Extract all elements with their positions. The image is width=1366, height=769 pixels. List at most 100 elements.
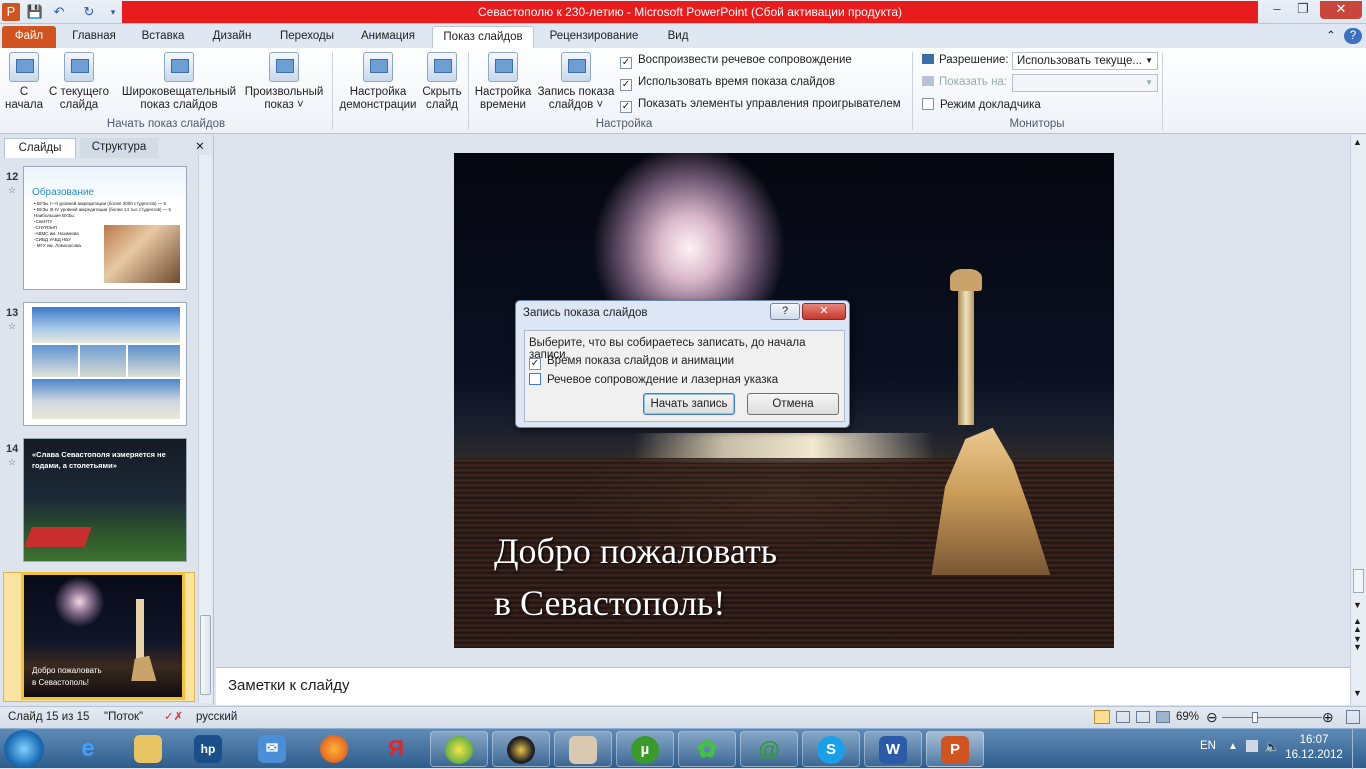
undo-icon[interactable]: ↶	[50, 3, 68, 21]
scroll-down-icon[interactable]: ▼	[1353, 688, 1362, 698]
network-icon[interactable]	[1246, 740, 1258, 752]
zoom-level[interactable]: 69%	[1176, 707, 1199, 728]
tab-outline[interactable]: Структура	[80, 138, 158, 158]
tab-insert[interactable]: Вставка	[132, 26, 194, 48]
tab-file[interactable]: Файл	[2, 26, 56, 48]
taskbar-mail-agent[interactable]: @	[740, 731, 798, 767]
show-desktop-button[interactable]	[1352, 729, 1366, 769]
normal-view-icon[interactable]	[1094, 710, 1110, 724]
taskbar-skype[interactable]: S	[802, 731, 860, 767]
from-current-button[interactable]: С текущего слайда	[48, 52, 110, 112]
minimize-ribbon-icon[interactable]: ⌃	[1322, 26, 1340, 48]
slide-thumbnail-12[interactable]: Образование • ВУЗы I—II уровней аккредит…	[23, 166, 187, 290]
record-slideshow-dialog: Запись показа слайдов ? ✕ Выберите, что …	[515, 300, 850, 428]
play-narrations-checkbox[interactable]: ✓ Воспроизвести речевое сопровождение	[620, 54, 852, 69]
tab-slides[interactable]: Слайды	[4, 138, 76, 158]
scrollbar-thumb[interactable]	[1353, 569, 1364, 593]
hide-label-2: слайд	[426, 99, 458, 111]
qat-customize-icon[interactable]: ▾	[104, 3, 122, 21]
timings-checkbox[interactable]: ✓ Время показа слайдов и анимации	[529, 355, 734, 370]
fit-to-window-icon[interactable]	[1346, 710, 1360, 724]
tab-animation[interactable]: Анимация	[350, 26, 426, 48]
dialog-help-button[interactable]: ?	[770, 303, 800, 320]
from-start-button[interactable]: С начала	[2, 52, 46, 112]
save-icon[interactable]: 💾	[26, 3, 44, 21]
taskbar-media[interactable]	[492, 731, 550, 767]
language-indicator[interactable]: русский	[196, 707, 237, 728]
setup-show-button[interactable]: Настройка демонстрации	[336, 52, 420, 112]
taskbar-folder[interactable]	[554, 731, 612, 767]
group-setup-label: Настройка	[595, 118, 653, 130]
broadcast-button[interactable]: Широковещательный показ слайдов	[118, 52, 240, 112]
thumb-caption: Добро пожаловать в Севастополь!	[32, 665, 102, 689]
previous-slide-icon[interactable]: ▲ ▲	[1353, 617, 1362, 634]
zoom-in-icon[interactable]: ⊕	[1322, 707, 1334, 728]
setup-label-2: демонстрации	[339, 99, 417, 111]
tab-transitions[interactable]: Переходы	[270, 26, 344, 48]
thumb-caption-line-1: Добро пожаловать	[32, 666, 102, 675]
scroll-down-icon[interactable]: ▼	[1353, 600, 1362, 610]
scrollbar-thumb[interactable]	[200, 615, 211, 695]
tab-view[interactable]: Вид	[656, 26, 700, 48]
resolution-dropdown[interactable]: Использовать текуще... ▼	[1012, 52, 1158, 70]
close-button[interactable]: ✕	[1320, 1, 1362, 19]
tab-home[interactable]: Главная	[62, 26, 126, 48]
dialog-close-button[interactable]: ✕	[802, 303, 846, 320]
taskbar-mail[interactable]: ✉	[244, 731, 302, 767]
presenter-view-checkbox[interactable]: Режим докладчика	[922, 98, 1041, 111]
taskbar-icq[interactable]: ✿	[678, 731, 736, 767]
narration-checkbox[interactable]: Речевое сопровождение и лазерная указка	[529, 373, 778, 386]
tab-design[interactable]: Дизайн	[200, 26, 264, 48]
taskbar-firefox[interactable]	[306, 731, 364, 767]
notes-pane[interactable]: Заметки к слайду	[216, 667, 1350, 705]
slide-number: 14	[6, 443, 19, 455]
redo-icon[interactable]: ↻	[80, 3, 98, 21]
zoom-slider-thumb[interactable]	[1251, 712, 1258, 723]
editor-scrollbar[interactable]: ▲ ▼ ▲ ▲ ▼ ▼ ▼	[1350, 135, 1366, 705]
monument-eagle	[950, 269, 982, 291]
zoom-slider[interactable]	[1222, 717, 1322, 718]
taskbar-word[interactable]: W	[864, 731, 922, 767]
windows-taskbar: e hp ✉ Я µ ✿ @ S W P EN ▲ 🔈 16:07 16.12.…	[0, 728, 1366, 769]
slide-thumbnail-13[interactable]	[23, 302, 187, 426]
slides-panel-scrollbar[interactable]	[198, 155, 212, 703]
tab-review[interactable]: Рецензирование	[540, 26, 648, 48]
powerpoint-app-icon[interactable]: P	[2, 3, 20, 21]
taskbar-powerpoint[interactable]: P	[926, 731, 984, 767]
rehearse-timings-button[interactable]: Настройка времени	[472, 52, 534, 112]
maximize-button[interactable]: ❐	[1288, 1, 1318, 19]
taskbar-ie[interactable]: e	[60, 731, 118, 767]
slideshow-view-icon[interactable]	[1156, 711, 1170, 723]
slide-sorter-icon[interactable]	[1116, 711, 1130, 723]
slide-thumbnail-15[interactable]: Добро пожаловать в Севастополь!	[21, 572, 185, 700]
tray-expand-icon[interactable]: ▲	[1228, 741, 1238, 752]
next-slide-icon[interactable]: ▼ ▼	[1353, 635, 1362, 652]
keyboard-language[interactable]: EN	[1200, 740, 1216, 752]
use-timings-checkbox[interactable]: ✓ Использовать время показа слайдов	[620, 76, 835, 91]
custom-show-button[interactable]: Произвольный показ ˅	[242, 52, 326, 112]
thumb-flag	[24, 527, 92, 547]
show-media-controls-checkbox[interactable]: ✓ Показать элементы управления проигрыват…	[620, 98, 901, 113]
tab-slideshow[interactable]: Показ слайдов	[432, 26, 534, 48]
scroll-up-icon[interactable]: ▲	[1353, 137, 1362, 147]
spellcheck-icon[interactable]: ✓✗	[164, 707, 183, 728]
reading-view-icon[interactable]	[1136, 711, 1150, 723]
clock[interactable]: 16:07 16.12.2012	[1284, 733, 1344, 763]
slide-thumbnail-14[interactable]: «Слава Севастополя измеряется не годами,…	[23, 438, 187, 562]
zoom-out-icon[interactable]: ⊖	[1206, 707, 1218, 728]
checkbox-checked-icon: ✓	[529, 358, 541, 370]
record-show-button[interactable]: Запись показа слайдов ˅	[534, 52, 618, 112]
hide-slide-button[interactable]: Скрыть слайд	[420, 52, 464, 112]
taskbar-hp[interactable]: hp	[180, 731, 238, 767]
taskbar-utorrent[interactable]: µ	[616, 731, 674, 767]
start-button[interactable]	[4, 730, 44, 768]
taskbar-explorer[interactable]	[120, 731, 178, 767]
show-on-dropdown[interactable]: ▼	[1012, 74, 1158, 92]
volume-icon[interactable]: 🔈	[1264, 739, 1280, 755]
taskbar-app[interactable]	[430, 731, 488, 767]
start-recording-button[interactable]: Начать запись	[643, 393, 735, 415]
cancel-button[interactable]: Отмена	[747, 393, 839, 415]
taskbar-yandex[interactable]: Я	[368, 731, 426, 767]
help-icon[interactable]: ?	[1344, 28, 1362, 44]
monument-column	[958, 285, 974, 425]
